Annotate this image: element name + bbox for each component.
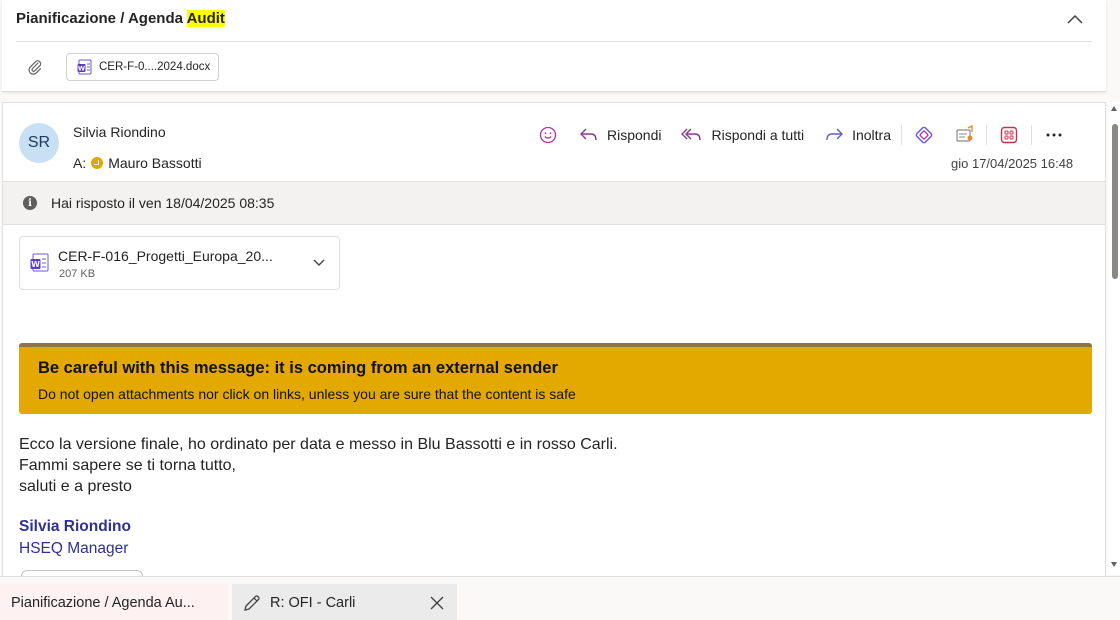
paperclip-icon	[28, 60, 42, 75]
warning-subtitle: Do not open attachments nor click on lin…	[38, 386, 576, 402]
sender-name[interactable]: Silvia Riondino	[73, 124, 166, 140]
attachment-chip-name: CER-F-0....2024.docx	[99, 61, 211, 73]
word-document-icon: W	[77, 59, 92, 75]
message-body: Ecco la versione finale, ho ordinato per…	[19, 434, 618, 497]
replied-info-text: Hai risposto il ven 18/04/2025 08:35	[51, 195, 275, 211]
forward-icon	[826, 128, 844, 141]
close-icon[interactable]	[428, 594, 446, 612]
tab-pianificazione[interactable]: Pianificazione / Agenda Au...	[0, 584, 228, 620]
loop-icon	[915, 126, 933, 144]
forward-label: Inoltra	[852, 127, 892, 143]
external-sender-warning: Be careful with this message: it is comi…	[19, 343, 1092, 414]
scrollbar-thumb[interactable]	[1112, 124, 1118, 279]
body-line: Fammi sapere se ti torna tutto,	[19, 457, 236, 474]
more-horizontal-icon	[1046, 133, 1062, 137]
to-label: A:	[73, 155, 87, 171]
toolbar-separator	[986, 125, 988, 145]
warning-title: Be careful with this message: it is comi…	[38, 359, 558, 377]
reply-label: Rispondi	[607, 127, 662, 143]
reply-all-icon	[681, 128, 702, 141]
smiley-icon	[539, 126, 557, 144]
tab-label: R: OFI - Carli	[270, 594, 356, 611]
toolbar-separator	[901, 125, 903, 145]
tab-label: Pianificazione / Agenda Au...	[11, 594, 195, 611]
sent-date: gio 17/04/2025 16:48	[951, 156, 1074, 171]
scroll-down-arrow-icon[interactable]	[1111, 562, 1117, 567]
attachment-size: 207 KB	[59, 268, 96, 280]
tab-draft-reply[interactable]: R: OFI - Carli	[232, 584, 457, 620]
thread-subject: Pianificazione / Agenda Audit	[16, 10, 225, 27]
reply-icon	[580, 128, 597, 141]
chevron-up-icon	[1067, 14, 1083, 24]
reply-all-label: Rispondi a tutti	[711, 127, 805, 143]
message-actions: Rispondi Rispondi a tutti Inoltra	[539, 123, 1066, 147]
signature-name: Silvia Riondino	[19, 518, 131, 535]
word-document-icon: W	[30, 253, 49, 272]
reply-all-button[interactable]: Rispondi a tutti	[681, 127, 804, 143]
body-line: saluti e a presto	[19, 478, 132, 495]
more-actions-button[interactable]	[1042, 123, 1066, 147]
recipients-line: A: Mauro Bassotti	[73, 155, 202, 171]
pencil-icon	[244, 594, 260, 611]
svg-text:W: W	[78, 65, 85, 73]
apps-button[interactable]	[997, 123, 1021, 147]
replied-info-bar: i Hai risposto il ven 18/04/2025 08:35	[3, 181, 1105, 225]
subject-prefix: Pianificazione / Agenda	[16, 10, 187, 27]
subject-highlight: Audit	[186, 10, 225, 27]
body-line: Ecco la versione finale, ho ordinato per…	[19, 436, 618, 453]
attachment-name: CER-F-016_Progetti_Europa_20...	[58, 248, 273, 264]
divider	[16, 41, 1092, 42]
presence-away-icon	[91, 157, 104, 169]
bottom-tab-bar: Pianificazione / Agenda Au... R: OFI - C…	[0, 576, 1120, 620]
collapse-thread-button[interactable]	[1064, 8, 1086, 30]
collapsed-message-card[interactable]: Pianificazione / Agenda Audit W CER-F-0.…	[2, 0, 1106, 92]
document-sign-icon	[956, 124, 973, 142]
apps-grid-icon	[1000, 126, 1018, 144]
attachment-card[interactable]: W CER-F-016_Progetti_Europa_20... 207 KB	[19, 236, 340, 290]
svg-text:W: W	[31, 260, 40, 269]
toolbar-separator	[1031, 125, 1033, 145]
avatar[interactable]: SR	[19, 123, 59, 163]
vertical-scrollbar[interactable]	[1108, 102, 1120, 575]
recipient-name[interactable]: Mauro Bassotti	[108, 155, 201, 171]
emoji-reaction-button[interactable]	[539, 126, 557, 144]
reply-button[interactable]: Rispondi	[579, 127, 661, 143]
scroll-up-arrow-icon[interactable]	[1111, 106, 1117, 111]
forward-button[interactable]: Inoltra	[824, 127, 891, 143]
attachment-chip[interactable]: W CER-F-0....2024.docx	[66, 53, 219, 81]
loop-app-button[interactable]	[912, 123, 936, 147]
chevron-down-icon[interactable]	[312, 255, 326, 269]
info-icon: i	[23, 196, 37, 210]
email-message: SR Silvia Riondino A: Mauro Bassotti Ris…	[2, 102, 1106, 577]
sign-document-button[interactable]	[952, 123, 976, 147]
signature-role: HSEQ Manager	[19, 540, 129, 557]
